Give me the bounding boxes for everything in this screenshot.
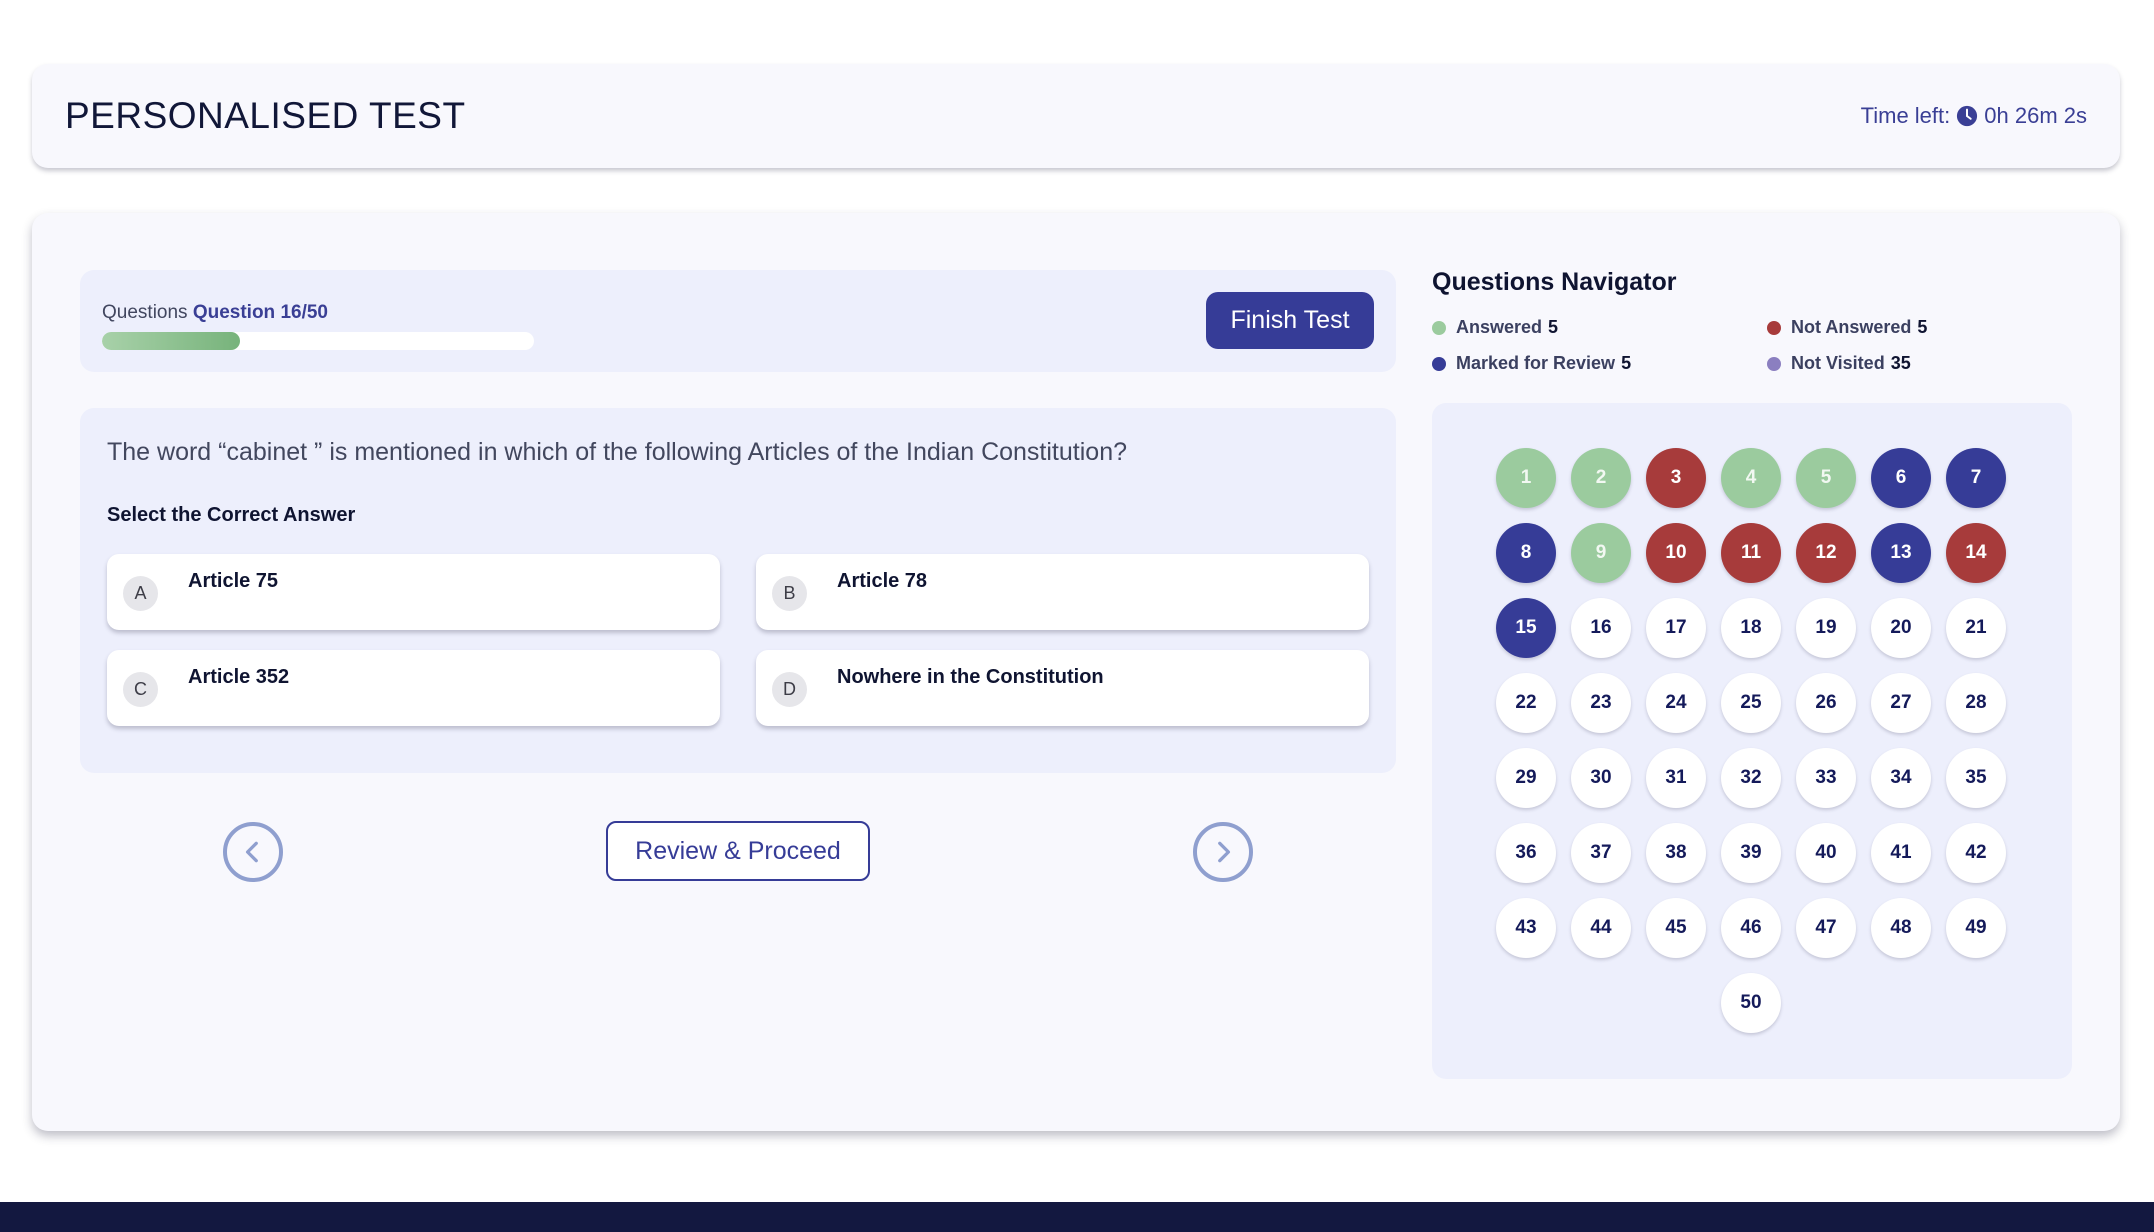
- option-letter: C: [123, 672, 158, 707]
- legend-marked-for-review: Marked for Review 5: [1432, 353, 1631, 374]
- question-number-button[interactable]: 39: [1721, 823, 1781, 883]
- question-number-button[interactable]: 12: [1796, 523, 1856, 583]
- time-left-value: 0h 26m 2s: [1984, 103, 2087, 128]
- question-number-button[interactable]: 28: [1946, 673, 2006, 733]
- question-number-button[interactable]: 31: [1646, 748, 1706, 808]
- legend-dot: [1432, 356, 1446, 371]
- option-text: Nowhere in the Constitution: [837, 666, 1104, 688]
- option-letter: A: [123, 576, 158, 611]
- question-number-button[interactable]: 47: [1796, 898, 1856, 958]
- question-number-button[interactable]: 35: [1946, 748, 2006, 808]
- question-counter: Question 16/50: [192, 302, 328, 323]
- clock-icon: [1957, 105, 1978, 127]
- question-number-button[interactable]: 8: [1496, 523, 1556, 583]
- finish-test-button[interactable]: Finish Test: [1206, 292, 1374, 349]
- question-number-button[interactable]: 32: [1721, 748, 1781, 808]
- legend-not-answered: Not Answered 5: [1767, 317, 1927, 338]
- progress-fill: [102, 332, 241, 350]
- option-text: Article 352: [188, 666, 290, 688]
- legend-answered: Answered 5: [1432, 317, 1558, 338]
- question-number-button[interactable]: 41: [1871, 823, 1931, 883]
- progress-label: Questions Question 16/50: [102, 302, 328, 323]
- question-number-button[interactable]: 27: [1871, 673, 1931, 733]
- question-number-button[interactable]: 5: [1796, 448, 1856, 508]
- question-number-button[interactable]: 20: [1871, 598, 1931, 658]
- question-number-button[interactable]: 34: [1871, 748, 1931, 808]
- progress-bar: [102, 332, 534, 350]
- legend-dot: [1767, 356, 1781, 371]
- option-text: Article 75: [188, 570, 279, 592]
- question-grid: 1 2 3 4 5 6 7 8 9 10 11 12 13 14 15 16 17 18 19 20 21 22 23 24 2…: [1432, 403, 2072, 1079]
- question-number-button[interactable]: 45: [1646, 898, 1706, 958]
- question-number-button[interactable]: 9: [1571, 523, 1631, 583]
- option-text: Article 78: [837, 570, 928, 592]
- select-answer-label: Select the Correct Answer: [107, 504, 356, 526]
- review-proceed-button[interactable]: Review & Proceed: [606, 821, 870, 881]
- question-number-button[interactable]: 1: [1496, 448, 1556, 508]
- navigator-title: Questions Navigator: [1432, 268, 1677, 296]
- question-number-button[interactable]: 48: [1871, 898, 1931, 958]
- option-d[interactable]: D Nowhere in the Constitution: [756, 650, 1369, 726]
- question-number-button[interactable]: 21: [1946, 598, 2006, 658]
- option-letter: D: [772, 672, 807, 707]
- question-number-button[interactable]: 2: [1571, 448, 1631, 508]
- question-number-button[interactable]: 24: [1646, 673, 1706, 733]
- question-number-button[interactable]: 50: [1721, 973, 1781, 1033]
- question-number-button[interactable]: 6: [1871, 448, 1931, 508]
- question-number-button[interactable]: 29: [1496, 748, 1556, 808]
- question-number-button[interactable]: 42: [1946, 823, 2006, 883]
- option-c[interactable]: C Article 352: [107, 650, 720, 726]
- chevron-right-icon: [1218, 841, 1231, 863]
- next-question-button[interactable]: [1193, 822, 1253, 882]
- question-number-button[interactable]: 7: [1946, 448, 2006, 508]
- test-header: PERSONALISED TEST Time left: 0h 26m 2s: [32, 64, 2120, 168]
- previous-question-button[interactable]: [223, 822, 283, 882]
- question-number-button[interactable]: 36: [1496, 823, 1556, 883]
- legend-not-visited: Not Visited 35: [1767, 353, 1911, 374]
- question-number-button[interactable]: 46: [1721, 898, 1781, 958]
- option-letter: B: [772, 576, 807, 611]
- question-number-button[interactable]: 4: [1721, 448, 1781, 508]
- question-number-button[interactable]: 15: [1496, 598, 1556, 658]
- question-number-button[interactable]: 11: [1721, 523, 1781, 583]
- option-a[interactable]: A Article 75: [107, 554, 720, 630]
- question-number-button[interactable]: 23: [1571, 673, 1631, 733]
- question-number-button[interactable]: 38: [1646, 823, 1706, 883]
- question-number-button[interactable]: 30: [1571, 748, 1631, 808]
- question-number-button[interactable]: 22: [1496, 673, 1556, 733]
- question-number-button[interactable]: 37: [1571, 823, 1631, 883]
- question-card: The word “cabinet ” is mentioned in whic…: [80, 408, 1396, 773]
- time-left: Time left: 0h 26m 2s: [1861, 103, 2087, 129]
- question-number-button[interactable]: 40: [1796, 823, 1856, 883]
- legend-dot: [1767, 320, 1781, 335]
- question-number-button[interactable]: 33: [1796, 748, 1856, 808]
- question-number-button[interactable]: 10: [1646, 523, 1706, 583]
- question-number-button[interactable]: 14: [1946, 523, 2006, 583]
- question-number-button[interactable]: 26: [1796, 673, 1856, 733]
- question-number-button[interactable]: 18: [1721, 598, 1781, 658]
- question-number-button[interactable]: 13: [1871, 523, 1931, 583]
- question-text: The word “cabinet ” is mentioned in whic…: [107, 438, 1127, 466]
- question-number-button[interactable]: 25: [1721, 673, 1781, 733]
- question-number-button[interactable]: 19: [1796, 598, 1856, 658]
- progress-card: Questions Question 16/50 Finish Test: [80, 270, 1396, 372]
- question-number-button[interactable]: 43: [1496, 898, 1556, 958]
- footer-bar: [0, 1202, 2154, 1232]
- question-number-button[interactable]: 49: [1946, 898, 2006, 958]
- page-title: PERSONALISED TEST: [65, 95, 466, 136]
- question-number-button[interactable]: 44: [1571, 898, 1631, 958]
- time-left-label: Time left:: [1860, 103, 1951, 128]
- legend-dot: [1432, 320, 1446, 335]
- question-number-button[interactable]: 3: [1646, 448, 1706, 508]
- question-number-button[interactable]: 17: [1646, 598, 1706, 658]
- option-b[interactable]: B Article 78: [756, 554, 1369, 630]
- question-number-button[interactable]: 16: [1571, 598, 1631, 658]
- chevron-left-icon: [245, 841, 258, 863]
- test-panel: Questions Question 16/50 Finish Test The…: [32, 213, 2120, 1131]
